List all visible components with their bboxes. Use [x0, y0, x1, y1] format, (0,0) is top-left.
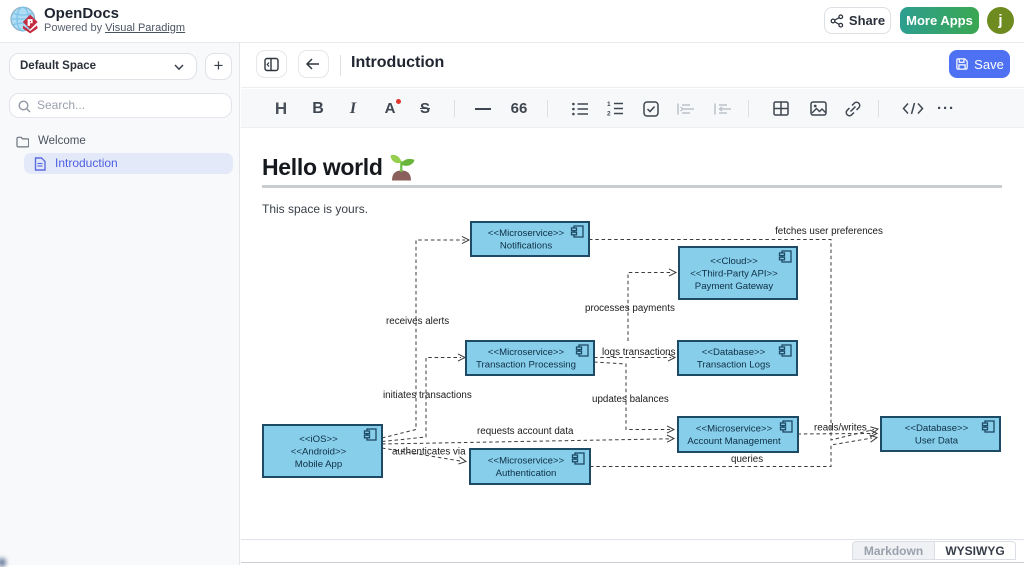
svg-text:<<iOS>>: <<iOS>> [299, 434, 338, 445]
svg-text:<<Third-Party API>>: <<Third-Party API>> [690, 268, 778, 279]
svg-text:receives alerts: receives alerts [386, 316, 449, 327]
svg-text:Account Management: Account Management [687, 436, 781, 447]
svg-text:Authentication: Authentication [496, 468, 557, 479]
svg-text:<<Database>>: <<Database>> [702, 347, 766, 358]
svg-text:Transaction Logs: Transaction Logs [697, 360, 770, 371]
svg-text:<<Microservice>>: <<Microservice>> [696, 424, 773, 435]
svg-text:<<Microservice>>: <<Microservice>> [488, 228, 565, 239]
svg-text:queries: queries [731, 454, 763, 465]
svg-text:updates balances: updates balances [592, 394, 669, 405]
svg-text:User Data: User Data [915, 436, 959, 447]
svg-text:<<Microservice>>: <<Microservice>> [488, 456, 565, 467]
svg-text:initiates transactions: initiates transactions [383, 390, 472, 401]
svg-text:Mobile App: Mobile App [295, 459, 342, 470]
svg-text:<<Microservice>>: <<Microservice>> [488, 347, 565, 358]
svg-text:reads/writes: reads/writes [814, 423, 867, 434]
svg-text:authenticates via: authenticates via [392, 447, 466, 458]
svg-text:logs transactions: logs transactions [602, 347, 676, 358]
svg-text:fetches user preferences: fetches user preferences [775, 226, 883, 237]
svg-text:processes payments: processes payments [585, 303, 675, 314]
svg-text:Transaction Processing: Transaction Processing [476, 360, 576, 371]
svg-text:Notifications: Notifications [500, 241, 552, 252]
svg-text:<<Database>>: <<Database>> [905, 423, 969, 434]
svg-text:requests account data: requests account data [477, 426, 574, 437]
svg-text:<<Cloud>>: <<Cloud>> [710, 256, 758, 267]
svg-text:<<Android>>: <<Android>> [291, 446, 347, 457]
svg-text:Payment Gateway: Payment Gateway [695, 281, 774, 292]
